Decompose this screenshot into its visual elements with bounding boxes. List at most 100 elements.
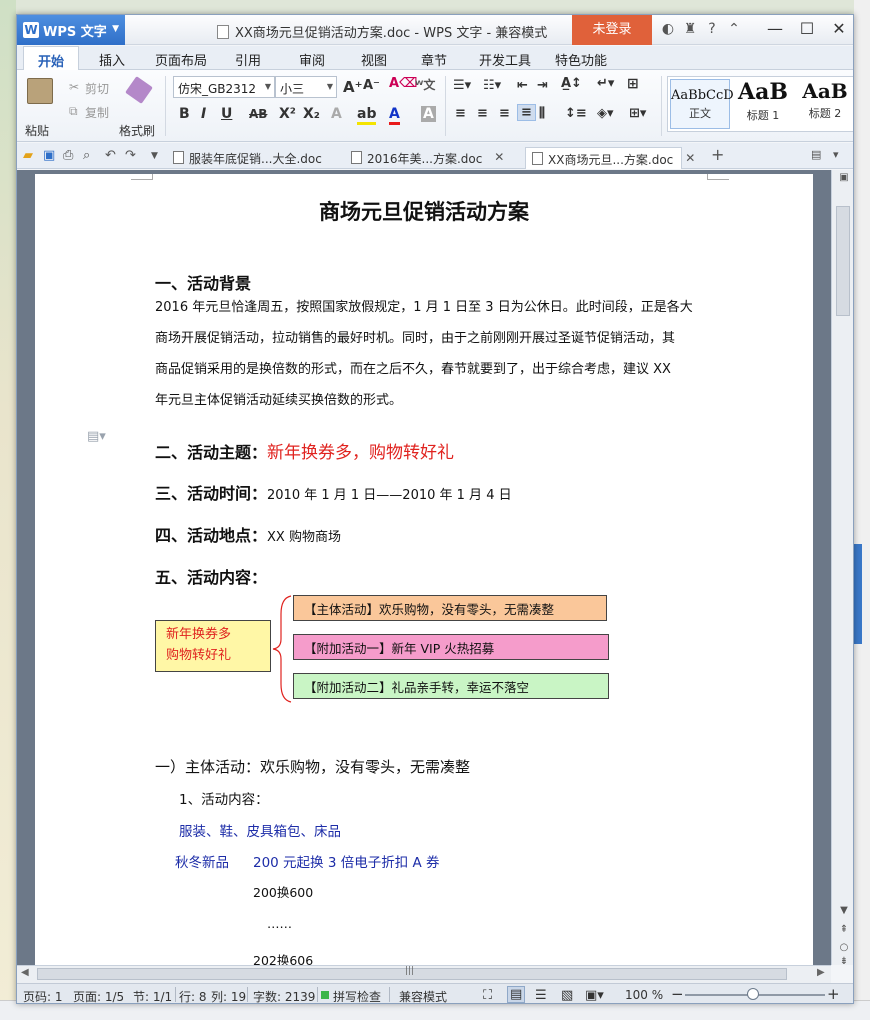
horizontal-scrollbar[interactable]: ◀ ||| ▶ (17, 965, 831, 983)
align-right-icon[interactable]: ≡ (499, 106, 510, 121)
zoom-slider-knob[interactable] (747, 988, 759, 1000)
char-shading-icon[interactable]: A (421, 106, 436, 122)
tab-menu-icon[interactable]: ▾ (833, 148, 839, 161)
print-icon[interactable]: ⎙ (63, 148, 73, 163)
align-left-icon[interactable]: ≡ (455, 106, 466, 121)
format-painter-icon[interactable] (125, 76, 153, 104)
doc-tab-2[interactable]: 2016年美...方案.doc ✕ (345, 147, 504, 169)
distribute-icon[interactable]: ⫼ (539, 106, 545, 121)
tab-features[interactable]: 特色功能 (555, 50, 607, 69)
shirt-icon[interactable]: ♜ (679, 21, 701, 37)
scroll-up-icon[interactable]: ▣ (832, 172, 853, 183)
paragraph-handle-icon[interactable]: ▤▾ (87, 429, 106, 444)
print-preview-icon[interactable]: ⌕ (83, 148, 90, 163)
cut-icon[interactable]: ✂ (69, 80, 79, 94)
paste-icon[interactable] (27, 78, 53, 104)
outline-view-icon[interactable]: ☰ (535, 988, 547, 1003)
paragraph-mark-icon[interactable]: ↵▾ (597, 76, 614, 91)
text-effect-icon[interactable]: A (331, 106, 342, 122)
next-page-icon[interactable]: ⇟ (832, 956, 853, 967)
scroll-thumb[interactable] (836, 206, 850, 316)
paste-button[interactable]: 粘贴 (25, 122, 49, 139)
save-icon[interactable]: ▣ (43, 148, 55, 163)
bullet-list-icon[interactable]: ☰▾ (453, 78, 471, 93)
status-spell-check[interactable]: 拼写检查 (333, 988, 381, 1003)
quick-access-menu-icon[interactable]: ▼ (151, 151, 158, 161)
decrease-indent-icon[interactable]: ⇤ (517, 78, 528, 93)
italic-icon[interactable]: I (201, 106, 206, 122)
app-menu-button[interactable]: W WPS 文字 ▼ (17, 15, 125, 45)
tab-list-icon[interactable]: ▤ (811, 148, 821, 161)
scroll-left-icon[interactable]: ◀ (21, 967, 29, 978)
tab-home[interactable]: 开始 (23, 46, 80, 71)
tab-view[interactable]: 视图 (361, 50, 387, 69)
status-word-count[interactable]: 字数: 2139 (253, 988, 315, 1003)
subscript-icon[interactable]: X₂ (303, 106, 320, 122)
highlight-icon[interactable]: ab (357, 106, 377, 125)
redo-icon[interactable]: ↷ (125, 148, 136, 163)
tab-references[interactable]: 引用 (235, 50, 261, 69)
vertical-scrollbar[interactable]: ▣ ▼ ⇞ ○ ⇟ (831, 170, 853, 967)
cut-button[interactable]: 剪切 (85, 80, 109, 97)
copy-button[interactable]: 复制 (85, 104, 109, 121)
skin-icon[interactable]: ◐ (657, 21, 679, 37)
shading-icon[interactable]: ◈▾ (597, 106, 614, 121)
minimize-icon[interactable]: — (759, 15, 791, 45)
style-heading-1[interactable]: AaB 标题 1 (734, 79, 792, 123)
previous-page-icon[interactable]: ⇞ (832, 924, 853, 935)
maximize-icon[interactable]: ☐ (791, 15, 823, 45)
style-heading-2[interactable]: AaB 标题 2 (796, 79, 853, 121)
doc-tab-3[interactable]: XX商场元旦...方案.doc ✕ (525, 147, 695, 169)
select-browse-object-icon[interactable]: ○ (832, 942, 853, 953)
web-view-icon[interactable]: ▣▾ (585, 988, 604, 1003)
tab-page-layout[interactable]: 页面布局 (155, 50, 207, 69)
zoom-in-icon[interactable]: + (827, 985, 840, 1003)
borders-icon[interactable]: ⊞▾ (629, 106, 646, 121)
help-icon[interactable]: ? (701, 21, 723, 37)
undo-icon[interactable]: ↶ (105, 148, 116, 163)
login-button[interactable]: 未登录 (572, 15, 652, 45)
doc-tab-1[interactable]: 服装年底促销...大全.doc (167, 147, 330, 169)
grow-font-icon[interactable]: A⁺ (343, 78, 363, 96)
numbered-list-icon[interactable]: ☷▾ (483, 78, 501, 93)
phonetic-icon[interactable]: ᵂ文 (415, 76, 435, 93)
new-tab-icon[interactable]: + (711, 145, 724, 164)
document-page[interactable]: 商场元旦促销活动方案 一、活动背景 2016 年元旦恰逢周五，按照国家放假规定，… (35, 174, 813, 965)
scroll-down-icon[interactable]: ▼ (832, 905, 853, 916)
tab-chapter[interactable]: 章节 (421, 50, 447, 69)
increase-indent-icon[interactable]: ⇥ (537, 78, 548, 93)
style-normal[interactable]: AaBbCcD 正文 (670, 79, 734, 129)
clear-format-icon[interactable]: A⌫ (389, 76, 417, 91)
tab-developer[interactable]: 开发工具 (479, 50, 531, 69)
table-icon[interactable]: ⊞ (627, 76, 639, 92)
close-icon[interactable]: ✕ (823, 15, 853, 45)
text-direction-icon[interactable]: A̲↕ (561, 76, 582, 91)
shrink-font-icon[interactable]: A⁻ (363, 78, 380, 93)
underline-icon[interactable]: U (221, 106, 232, 122)
brace-connector (272, 595, 292, 703)
tab-review[interactable]: 审阅 (299, 50, 325, 69)
line-spacing-icon[interactable]: ↕≡ (565, 106, 587, 121)
reading-view-icon[interactable]: ▧ (561, 988, 573, 1003)
collapse-icon[interactable]: ⌃ (723, 21, 745, 37)
align-center-icon[interactable]: ≡ (477, 106, 488, 121)
format-painter-button[interactable]: 格式刷 (119, 122, 155, 139)
zoom-out-icon[interactable]: − (671, 985, 684, 1003)
copy-icon[interactable]: ⧉ (69, 104, 78, 119)
strikethrough-icon[interactable]: AB (249, 107, 267, 121)
bold-icon[interactable]: B (179, 106, 190, 122)
full-screen-icon[interactable]: ⛶ (483, 988, 492, 1003)
status-zoom-value[interactable]: 100 % (625, 988, 663, 1002)
font-name-select[interactable]: 仿宋_GB2312 ▼ (173, 76, 275, 98)
page-view-icon[interactable]: ▤ (507, 986, 526, 1003)
status-pages[interactable]: 页面: 1/5 (73, 988, 124, 1003)
superscript-icon[interactable]: X² (279, 106, 296, 122)
tab-insert[interactable]: 插入 (99, 50, 125, 69)
close-tab-icon[interactable]: ✕ (494, 150, 504, 164)
font-size-select[interactable]: 小三 ▼ (275, 76, 337, 98)
justify-icon[interactable]: ≡ (517, 104, 536, 121)
open-folder-icon[interactable]: ▰ (23, 148, 33, 163)
font-color-icon[interactable]: A (389, 106, 400, 125)
scroll-right-icon[interactable]: ▶ (817, 967, 825, 978)
close-tab-icon[interactable]: ✕ (685, 151, 695, 165)
